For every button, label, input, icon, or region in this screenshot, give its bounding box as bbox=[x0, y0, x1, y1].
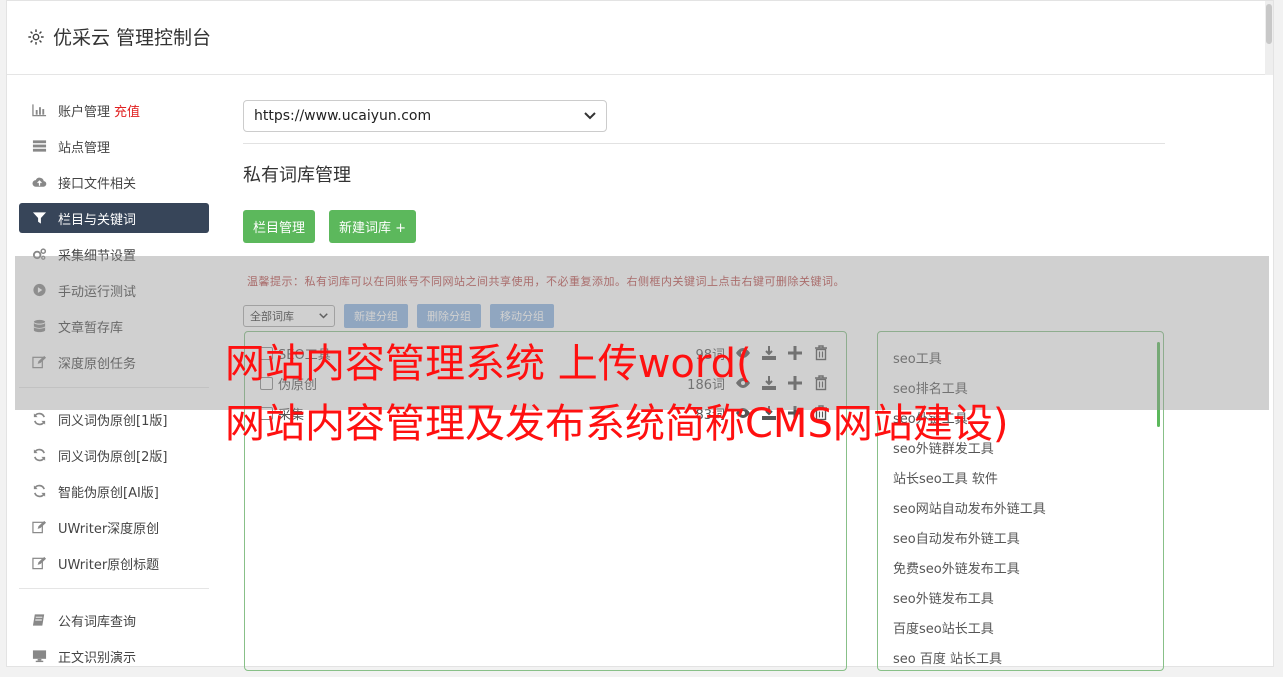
sidebar-group-2: 同义词伪原创[1版] 同义词伪原创[2版] 智能伪原创[AI版] UWriter… bbox=[19, 404, 209, 578]
brand[interactable]: 优采云 管理控制台 bbox=[27, 23, 211, 50]
sidebar-item-label: UWriter原创标题 bbox=[58, 557, 160, 573]
keyword-item[interactable]: seo外链发布工具 bbox=[893, 588, 994, 607]
chevron-down-icon bbox=[584, 112, 596, 120]
sidebar-item-label: 站点管理 bbox=[58, 140, 111, 156]
scrollbar[interactable] bbox=[1265, 1, 1273, 75]
top-bar: 优采云 管理控制台 bbox=[7, 1, 1273, 75]
sidebar-item-ai-original[interactable]: 智能伪原创[AI版] bbox=[19, 476, 209, 506]
recharge-link[interactable]: 充值 bbox=[114, 101, 140, 120]
gear-icon bbox=[28, 28, 44, 45]
sidebar-item-public-lexicon[interactable]: 公有词库查询 bbox=[19, 605, 209, 635]
action-buttons: 栏目管理 新建词库 + bbox=[243, 210, 1165, 243]
keyword-item[interactable]: 百度seo站长工具 bbox=[893, 618, 994, 637]
edit-icon bbox=[30, 556, 48, 570]
sidebar-item-label: 正文识别演示 bbox=[58, 650, 137, 666]
keyword-item[interactable]: seo 百度 站长工具 bbox=[893, 648, 1002, 667]
sidebar-item-label: 同义词伪原创[1版] bbox=[58, 413, 168, 429]
sidebar-item-interface-files[interactable]: 接口文件相关 bbox=[19, 167, 209, 197]
book-icon bbox=[30, 613, 48, 627]
sidebar-item-label: UWriter深度原创 bbox=[58, 521, 160, 537]
divider bbox=[243, 143, 1165, 144]
cloud-upload-icon bbox=[30, 175, 48, 189]
site-select[interactable]: https://www.ucaiyun.com bbox=[243, 100, 607, 132]
sidebar-item-label: 账户管理 bbox=[58, 104, 111, 120]
overlay-title-line-1: 网站内容管理系统 上传word( bbox=[225, 341, 752, 387]
bar-chart-icon bbox=[30, 103, 48, 117]
scrollbar-thumb[interactable] bbox=[1266, 4, 1272, 44]
sidebar-item-sites[interactable]: 站点管理 bbox=[19, 131, 209, 161]
sidebar-item-columns-keywords[interactable]: 栏目与关键词 bbox=[19, 203, 209, 233]
columns-manage-button[interactable]: 栏目管理 bbox=[243, 210, 316, 243]
sidebar-item-label: 智能伪原创[AI版] bbox=[58, 485, 159, 501]
sidebar-group-3: 公有词库查询 正文识别演示 bbox=[19, 605, 209, 671]
sidebar-item-uwriter-title[interactable]: UWriter原创标题 bbox=[19, 548, 209, 578]
page-title: 私有词库管理 bbox=[243, 165, 351, 186]
filter-icon bbox=[30, 211, 48, 225]
sidebar-item-label: 同义词伪原创[2版] bbox=[58, 449, 168, 465]
keyword-item[interactable]: seo网站自动发布外链工具 bbox=[893, 498, 1046, 517]
keyword-item[interactable]: seo自动发布外链工具 bbox=[893, 528, 1020, 547]
sidebar-item-label: 接口文件相关 bbox=[58, 176, 137, 192]
refresh-icon bbox=[30, 448, 48, 462]
sidebar-item-label: 公有词库查询 bbox=[58, 614, 137, 630]
refresh-icon bbox=[30, 412, 48, 426]
keyword-item[interactable]: 站长seo工具 软件 bbox=[893, 468, 998, 487]
sidebar-item-label: 栏目与关键词 bbox=[58, 212, 137, 228]
overlay-title-line-2: 网站内容管理及发布系统简称CMS网站建设) bbox=[225, 401, 1009, 447]
refresh-icon bbox=[30, 484, 48, 498]
sidebar-item-account[interactable]: 账户管理 充值 bbox=[19, 95, 209, 125]
edit-icon bbox=[30, 520, 48, 534]
sidebar-divider bbox=[19, 588, 209, 589]
brand-title: 优采云 管理控制台 bbox=[53, 27, 212, 49]
sidebar-item-uwriter-deep[interactable]: UWriter深度原创 bbox=[19, 512, 209, 542]
overlay-title: 网站内容管理系统 上传word( 网站内容管理及发布系统简称CMS网站建设) bbox=[225, 334, 1275, 454]
keyword-item[interactable]: 免费seo外链发布工具 bbox=[893, 558, 1020, 577]
new-library-button[interactable]: 新建词库 + bbox=[329, 210, 417, 243]
site-select-value: https://www.ucaiyun.com bbox=[254, 108, 432, 124]
sidebar-item-synonym-v2[interactable]: 同义词伪原创[2版] bbox=[19, 440, 209, 470]
monitor-icon bbox=[30, 649, 48, 663]
server-icon bbox=[30, 139, 48, 153]
